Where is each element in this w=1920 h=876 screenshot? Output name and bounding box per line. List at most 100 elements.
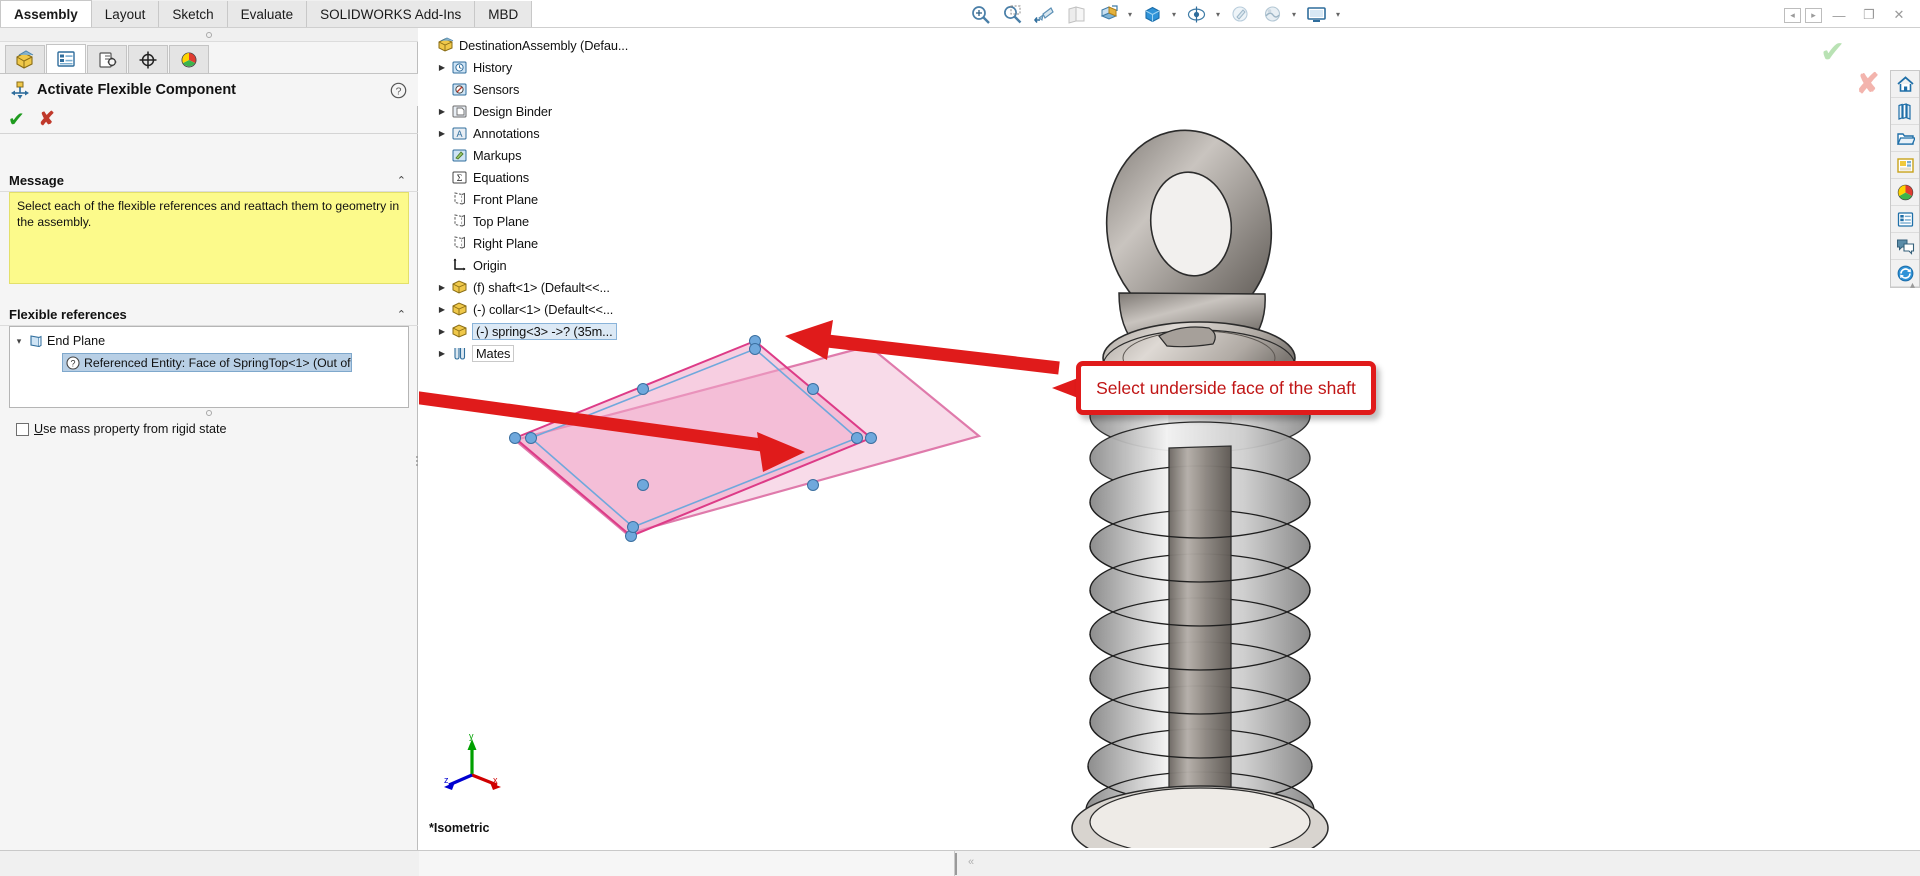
referenced-entity-row[interactable]: ? Referenced Entity: Face of SpringTop<1… (62, 353, 352, 372)
view-orientation-icon[interactable] (1093, 1, 1123, 27)
use-mass-property-checkbox[interactable] (16, 423, 29, 436)
feature-tree-item-origin[interactable]: Origin (420, 254, 620, 276)
ribbon-tab-mbd[interactable]: MBD (475, 1, 532, 28)
flexible-references-listbox[interactable]: ▾ End Plane ? (9, 326, 409, 408)
hide-show-caret-icon[interactable]: ▾ (1213, 1, 1223, 27)
hide-show-items-icon[interactable] (1181, 1, 1211, 27)
orientation-triad: y x z (441, 733, 503, 796)
flexible-references-resize-grip[interactable] (9, 408, 409, 418)
zoom-to-fit-icon[interactable] (965, 1, 995, 27)
help-icon[interactable]: ? (390, 82, 407, 104)
task-pane-scroll-chevron-icon[interactable]: ▴ (1910, 280, 1915, 291)
solidworks-forum-icon[interactable] (1891, 233, 1919, 260)
section-view-icon[interactable] (1061, 1, 1091, 27)
panel-splitter-handle[interactable] (0, 28, 418, 42)
feature-tree-item-right-plane[interactable]: Right Plane (420, 232, 620, 254)
apply-scene-icon[interactable] (1257, 1, 1287, 27)
view-palette-icon[interactable] (1891, 152, 1919, 179)
feature-tree-item-label: (-) spring<3> ->? (35m... (472, 323, 617, 340)
flexible-references-section-header[interactable]: Flexible references ⌃ (0, 304, 418, 326)
confirm-ok-icon[interactable]: ✔ (1820, 38, 1845, 68)
feature-tree-item-top-plane[interactable]: Top Plane (420, 210, 620, 232)
ribbon-tab-sketch[interactable]: Sketch (159, 1, 227, 28)
feature-tree-item-equations[interactable]: Σ Equations (420, 166, 620, 188)
feature-tree-item-f-shaft-1-default[interactable]: ▶(f) shaft<1> (Default<<... (420, 276, 620, 298)
message-section-label: Message (9, 173, 64, 188)
appearances-scenes-icon[interactable] (1891, 179, 1919, 206)
feature-tree-item-label: History (473, 60, 512, 75)
feature-tree-item-history[interactable]: ▶ History (420, 56, 620, 78)
view-orientation-caret-icon[interactable]: ▾ (1125, 1, 1135, 27)
feature-tree-item-spring-3-35m[interactable]: ▶ (-) spring<3> ->? (35m... (420, 320, 620, 342)
display-style-caret-icon[interactable]: ▾ (1169, 1, 1179, 27)
status-bar-collapse-chevron-icon[interactable]: « (968, 856, 974, 868)
expand-twisty-icon[interactable]: ▶ (434, 349, 450, 358)
ribbon-tab-assembly[interactable]: Assembly (0, 0, 92, 28)
edit-appearance-icon[interactable] (1225, 1, 1255, 27)
origin-icon (450, 257, 469, 273)
zoom-to-area-icon[interactable] (997, 1, 1027, 27)
feature-manager-tree[interactable]: DestinationAssembly (Defau... ▶ History Sen… (420, 28, 620, 364)
feature-tree-item-front-plane[interactable]: Front Plane (420, 188, 620, 210)
flexible-reference-root-row[interactable]: ▾ End Plane (10, 331, 408, 351)
annotation-callout-text: Select underside face of the shaft (1096, 378, 1356, 399)
ribbon-tab-evaluate[interactable]: Evaluate (228, 1, 308, 28)
expand-twisty-icon[interactable]: ▶ (434, 107, 450, 116)
equations-icon: Σ (450, 169, 469, 185)
display-style-icon[interactable] (1137, 1, 1167, 27)
view-orientation-label: *Isometric (429, 821, 489, 835)
feature-tree-item-collar-1-default[interactable]: ▶(-) collar<1> (Default<<... (420, 298, 620, 320)
file-explorer-icon[interactable] (1891, 125, 1919, 152)
feature-tree-item-annotations[interactable]: ▶AAnnotations (420, 122, 620, 144)
feature-manager-tab[interactable] (5, 45, 45, 74)
maximize-button[interactable]: ❐ (1856, 3, 1882, 27)
history-icon (450, 59, 469, 75)
expand-twisty-icon[interactable]: ▶ (434, 129, 450, 138)
markups-icon (450, 147, 469, 163)
message-collapse-chevron-icon[interactable]: ⌃ (397, 174, 406, 187)
expand-twisty-icon[interactable]: ▶ (434, 283, 450, 292)
feature-tree-item-sensors[interactable]: Sensors (420, 78, 620, 100)
expand-twisty-icon[interactable]: ▶ (434, 63, 450, 72)
display-manager-tab[interactable] (169, 45, 209, 74)
close-button[interactable]: ✕ (1886, 3, 1912, 27)
panel-resize-handle[interactable] (413, 448, 421, 474)
feature-tree-item-label: Sensors (473, 82, 519, 97)
feature-tree-item-markups[interactable]: Markups (420, 144, 620, 166)
plane-icon (28, 334, 43, 349)
svg-text:Σ: Σ (457, 174, 463, 184)
use-mass-property-checkbox-row[interactable]: Use mass property from rigid state (16, 422, 226, 436)
message-section-header[interactable]: Message ⌃ (0, 170, 418, 192)
property-manager-tab[interactable] (46, 44, 86, 74)
restore-down-button[interactable]: ◂ (1784, 8, 1801, 23)
view-settings-caret-icon[interactable]: ▾ (1333, 1, 1343, 27)
feature-tree-item-destinationassembly-defau[interactable]: DestinationAssembly (Defau... (420, 34, 620, 56)
accept-button[interactable]: ✔ (8, 110, 25, 130)
confirm-cancel-icon[interactable]: ✘ (1856, 70, 1879, 98)
ribbon-tab-solidworks-add-ins[interactable]: SOLIDWORKS Add-Ins (307, 1, 475, 28)
configuration-manager-tab[interactable] (87, 45, 127, 74)
view-settings-icon[interactable] (1301, 1, 1331, 27)
feature-tree-item-label: Equations (473, 170, 529, 185)
feature-tree-item-design-binder[interactable]: ▶Design Binder (420, 100, 620, 122)
minimize-button[interactable]: — (1826, 3, 1852, 27)
feature-tree-item-mates[interactable]: ▶ Mates (420, 342, 620, 364)
reject-button[interactable]: ✘ (39, 110, 55, 129)
end-plane-selection-overlay[interactable] (419, 28, 1920, 848)
custom-properties-icon[interactable] (1891, 206, 1919, 233)
flexible-references-collapse-chevron-icon[interactable]: ⌃ (397, 308, 406, 321)
svg-text:?: ? (396, 85, 402, 97)
dimxpert-manager-tab[interactable] (128, 45, 168, 74)
expand-twisty-icon[interactable]: ▶ (434, 327, 450, 336)
feature-tree-item-label: Mates (472, 345, 514, 362)
design-library-icon[interactable] (1891, 98, 1919, 125)
end-plane-twisty-icon[interactable]: ▾ (10, 336, 28, 347)
previous-view-icon[interactable] (1029, 1, 1059, 27)
apply-scene-caret-icon[interactable]: ▾ (1289, 1, 1299, 27)
callout-tail (1052, 378, 1078, 398)
ribbon-tab-layout[interactable]: Layout (92, 1, 160, 28)
graphics-viewport[interactable]: y x z *Isometric ✔ ✘ (419, 28, 1920, 848)
home-icon[interactable] (1891, 71, 1919, 98)
restore-up-button[interactable]: ▸ (1805, 8, 1822, 23)
expand-twisty-icon[interactable]: ▶ (434, 305, 450, 314)
